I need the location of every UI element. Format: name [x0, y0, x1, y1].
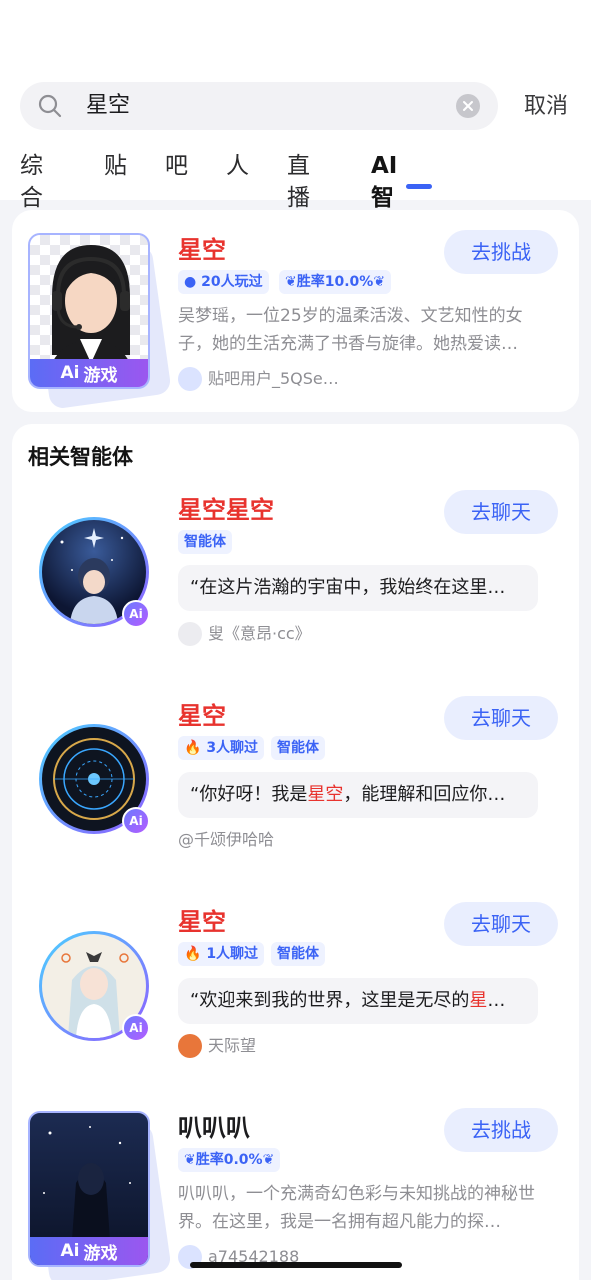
section-title: 相关智能体	[28, 445, 133, 469]
tab-forums[interactable]: 吧	[165, 150, 188, 182]
ai-badge-icon: Ai	[122, 600, 150, 628]
laurel-icon: ❦	[285, 274, 297, 290]
chat-button[interactable]: 去聊天	[444, 696, 558, 740]
challenge-button[interactable]: 去挑战	[444, 1108, 558, 1152]
agent-type-badge: 智能体	[271, 736, 325, 760]
agent-type-badge: 智能体	[271, 942, 325, 966]
agent-name[interactable]: 星空	[178, 700, 226, 732]
agent-name[interactable]: 星空星空	[178, 494, 274, 526]
agent-greeting: “在这片浩瀚的宇宙中，我始终在这里…	[178, 565, 538, 611]
chat-button[interactable]: 去聊天	[444, 490, 558, 534]
laurel-icon: ❦	[184, 1152, 196, 1168]
played-count-badge: ● 20人玩过	[178, 270, 269, 294]
win-rate-badge: ❦胜率10.0%❦	[279, 270, 392, 294]
agent-greeting: “你好呀！我是星空，能理解和回应你…	[178, 772, 538, 818]
tab-all[interactable]: 综合	[20, 150, 43, 214]
author-avatar	[178, 622, 202, 646]
author-name: 叟《意昂·cc》	[208, 624, 311, 643]
win-rate-badge: ❦胜率0.0%❦	[178, 1148, 281, 1172]
chat-button[interactable]: 去聊天	[444, 902, 558, 946]
agent-author[interactable]: @千颂伊哈哈	[178, 828, 274, 852]
challenge-button[interactable]: 去挑战	[444, 230, 558, 274]
search-icon	[38, 94, 62, 118]
fire-icon: 🔥	[184, 946, 202, 962]
ai-logo-icon: Ai	[60, 363, 80, 383]
chat-count-badge: 🔥 3人聊过	[178, 736, 265, 760]
author-name: 天际望	[208, 1036, 257, 1055]
fire-icon: 🔥	[184, 740, 202, 756]
author-name: 贴吧用户_5QSe…	[208, 369, 339, 388]
agent-name[interactable]: 叭叭叭	[178, 1112, 250, 1144]
close-icon	[463, 101, 473, 111]
active-tab-indicator	[406, 184, 432, 189]
cancel-button[interactable]: 取消	[524, 92, 568, 122]
ai-logo-icon: Ai	[60, 1241, 80, 1261]
gamepad-icon: ●	[184, 274, 197, 290]
clear-search-button[interactable]	[456, 94, 480, 118]
cover-tag-label: 游戏	[83, 365, 118, 386]
result-author[interactable]: 贴吧用户_5QSe…	[178, 367, 339, 391]
chat-count-badge: 🔥 1人聊过	[178, 942, 265, 966]
home-indicator	[190, 1262, 402, 1268]
agent-greeting: “欢迎来到我的世界，这里是无尽的星…	[178, 978, 538, 1024]
author-avatar	[178, 367, 202, 391]
ai-game-tag: Ai 游戏	[30, 1237, 148, 1265]
result-description: 吴梦瑶，一位25岁的温柔活泼、文艺知性的女子，她的生活充满了书香与旋律。她热爱读…	[178, 306, 523, 354]
ai-badge-icon: Ai	[122, 1014, 150, 1042]
agent-type-badge: 智能体	[178, 530, 232, 554]
agent-author[interactable]: 叟《意昂·cc》	[178, 622, 311, 646]
agent-name[interactable]: 星空	[178, 906, 226, 938]
author-name: @千颂伊哈哈	[178, 830, 275, 849]
agent-description: 叭叭叭，一个充满奇幻色彩与未知挑战的神秘世界。在这里，我是一名拥有超凡能力的探…	[178, 1184, 535, 1232]
cover-tag-label: 游戏	[83, 1243, 118, 1264]
tab-people[interactable]: 人	[226, 150, 249, 182]
ai-badge-icon: Ai	[122, 807, 150, 835]
game-cover[interactable]: Ai 游戏	[28, 233, 150, 389]
ai-game-tag: Ai 游戏	[30, 359, 148, 387]
tab-posts[interactable]: 贴	[104, 150, 127, 182]
author-avatar	[178, 1034, 202, 1058]
tab-live[interactable]: 直播	[287, 150, 310, 214]
game-cover[interactable]: Ai 游戏	[28, 1111, 150, 1267]
search-query[interactable]: 星空	[86, 92, 130, 120]
result-title[interactable]: 星空	[178, 234, 226, 266]
agent-author[interactable]: 天际望	[178, 1034, 256, 1058]
